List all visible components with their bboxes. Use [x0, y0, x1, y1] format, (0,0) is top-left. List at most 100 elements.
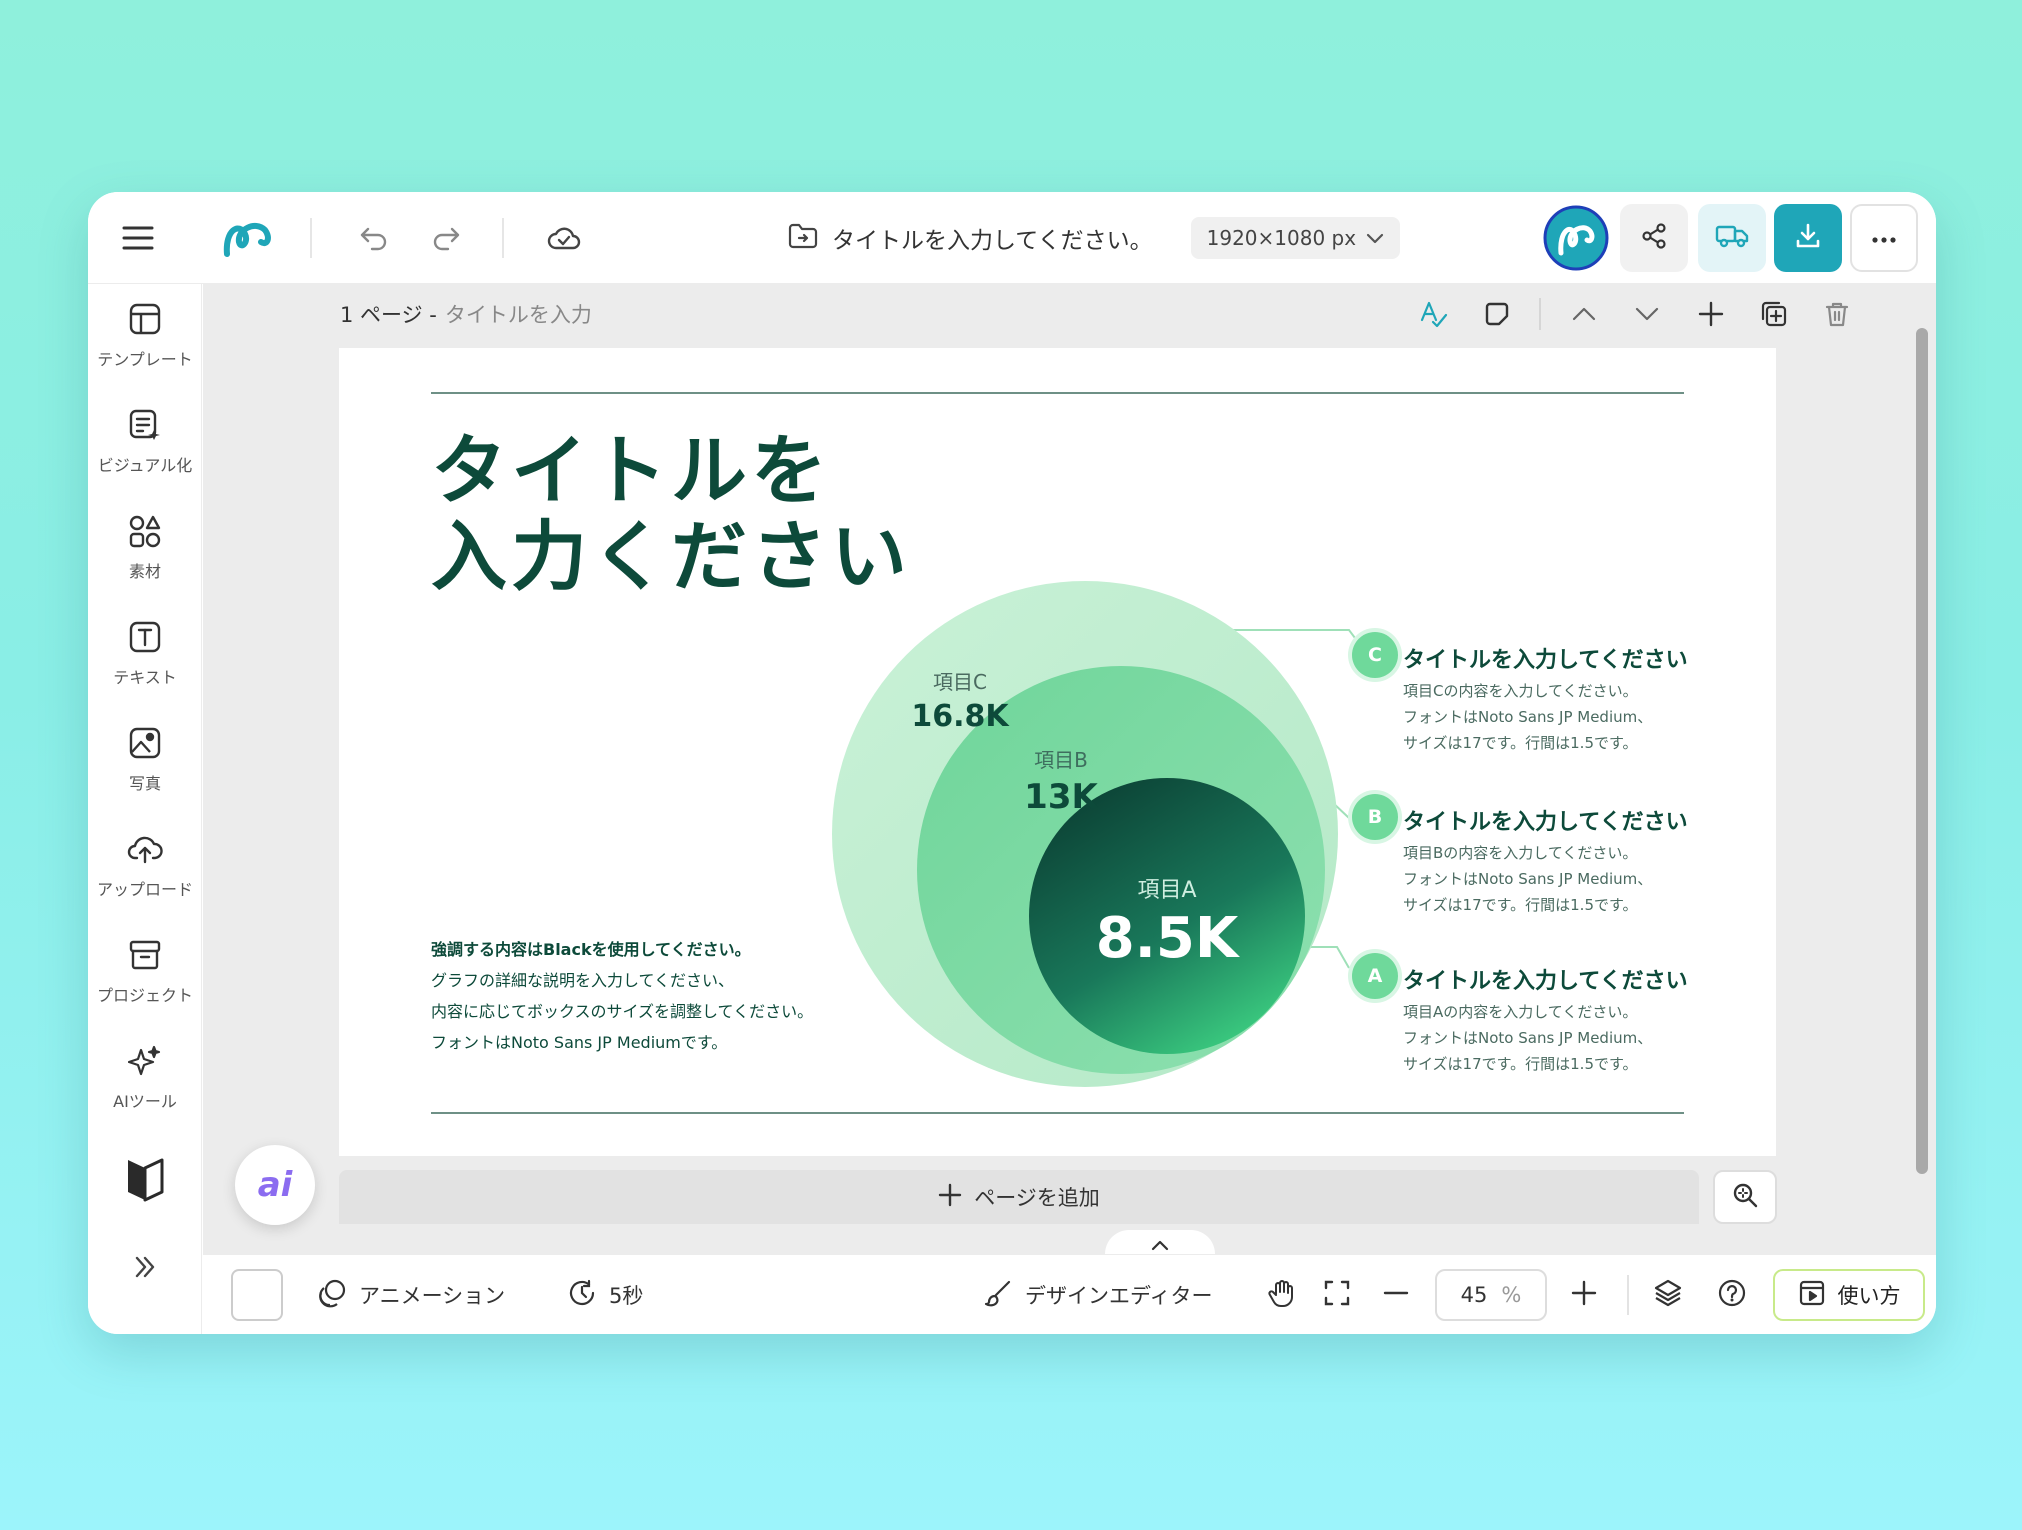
animation-label: アニメーション: [359, 1284, 506, 1308]
sidebar-item-text[interactable]: テキスト: [88, 620, 202, 688]
document-title[interactable]: タイトルを入力してください。: [832, 221, 1153, 255]
sidebar-item-template[interactable]: テンプレート: [88, 302, 202, 370]
help-button[interactable]: [1717, 1255, 1747, 1334]
zoom-input[interactable]: 45 %: [1435, 1269, 1547, 1321]
photo-icon: [128, 726, 162, 764]
chevron-up-icon: [1151, 1236, 1169, 1255]
spellcheck-icon[interactable]: [1414, 294, 1454, 334]
print-order-button[interactable]: [1698, 204, 1766, 272]
canvas-size-dropdown[interactable]: 1920×1080 px: [1190, 217, 1401, 259]
zoom-control: 45 %: [1435, 1255, 1547, 1334]
download-icon: [1794, 222, 1822, 254]
page-actions: [203, 294, 1936, 334]
design-editor-button[interactable]: デザインエディター: [983, 1255, 1213, 1334]
help-icon: [1717, 1278, 1747, 1313]
callout-badge-b: B: [1352, 794, 1398, 840]
circle-c-value: 16.8K: [911, 699, 1009, 734]
note-icon[interactable]: [1477, 294, 1517, 334]
trash-icon[interactable]: [1817, 294, 1857, 334]
zoom-search-button[interactable]: [1713, 1170, 1777, 1224]
animation-button[interactable]: アニメーション: [317, 1255, 505, 1334]
sidebar-item-project[interactable]: プロジェクト: [88, 938, 202, 1006]
chevron-down-icon[interactable]: [1627, 294, 1667, 334]
sidebar-item-upload[interactable]: アップロード: [88, 832, 202, 900]
callout-a[interactable]: タイトルを入力してください 項目Aの内容を入力してください。 フォントはNoto…: [1403, 963, 1688, 1077]
zoom-search-icon: [1731, 1181, 1759, 1213]
document-title-area: タイトルを入力してください。 1920×1080 px: [788, 212, 1401, 264]
sidebar-item-label: テキスト: [113, 668, 177, 687]
sidebar-item-elements[interactable]: 素材: [88, 514, 202, 582]
user-avatar[interactable]: [1542, 204, 1610, 272]
hand-icon: [1267, 1278, 1297, 1313]
animation-icon: [317, 1278, 347, 1313]
callout-b[interactable]: タイトルを入力してください 項目Bの内容を入力してください。 フォントはNoto…: [1403, 804, 1688, 918]
canvas-size-value: 1920×1080 px: [1206, 226, 1357, 250]
sidebar-item-photo[interactable]: 写真: [88, 726, 202, 794]
cloud-check-icon[interactable]: [544, 218, 584, 258]
project-icon: [128, 938, 162, 976]
zoom-in-button[interactable]: [1571, 1255, 1597, 1334]
elements-icon: [128, 514, 162, 552]
sidebar-item-label: 写真: [128, 774, 161, 793]
fullscreen-button[interactable]: [1323, 1255, 1351, 1334]
add-page-icon[interactable]: [1691, 294, 1731, 334]
duplicate-page-icon[interactable]: [1754, 294, 1794, 334]
zoom-out-button[interactable]: [1383, 1255, 1409, 1334]
howto-label: 使い方: [1837, 1284, 1901, 1308]
visualize-icon: [128, 408, 162, 446]
more-button[interactable]: [1850, 204, 1918, 272]
divider: [1539, 298, 1541, 330]
hand-tool-button[interactable]: [1267, 1255, 1297, 1334]
top-toolbar: タイトルを入力してください。 1920×1080 px: [88, 192, 1936, 284]
chevron-up-icon[interactable]: [1564, 294, 1604, 334]
plus-icon: [938, 1183, 962, 1212]
layers-button[interactable]: [1653, 1255, 1683, 1334]
sidebar-item-label: プロジェクト: [96, 986, 193, 1005]
guide-book-button[interactable]: [88, 1156, 202, 1206]
sidebar-item-ai-tools[interactable]: AIツール: [88, 1044, 202, 1112]
circle-c-name: 項目C: [933, 670, 987, 694]
layers-icon: [1653, 1278, 1683, 1313]
truck-icon: [1715, 223, 1749, 253]
share-button[interactable]: [1620, 204, 1688, 272]
callout-c[interactable]: タイトルを入力してください 項目Cの内容を入力してください。 フォントはNoto…: [1403, 642, 1688, 756]
circle-b-label: 項目B 13K: [1001, 744, 1121, 817]
timer-icon: [567, 1278, 597, 1313]
sidebar-item-label: AIツール: [113, 1092, 177, 1111]
vertical-scrollbar[interactable]: [1916, 328, 1928, 1174]
expand-sidebar-button[interactable]: [88, 1254, 202, 1284]
callout-body: 項目Aの内容を入力してください。 フォントはNoto Sans JP Mediu…: [1403, 1003, 1653, 1073]
background-color-button[interactable]: [231, 1255, 283, 1334]
undo-icon[interactable]: [354, 218, 394, 258]
ai-assistant-button[interactable]: ai: [235, 1145, 315, 1225]
share-icon: [1640, 222, 1668, 254]
design-slide[interactable]: タイトルを 入力ください 強調する内容はBlackを使用してください。 グラフの…: [339, 348, 1776, 1156]
howto-button[interactable]: 使い方: [1773, 1269, 1925, 1321]
chevron-down-icon: [1366, 226, 1384, 250]
circle-b-name: 項目B: [1034, 748, 1088, 772]
double-chevron-right-icon: [132, 1254, 158, 1284]
sidebar-item-label: テンプレート: [97, 350, 193, 369]
brush-icon: [983, 1278, 1013, 1313]
bottom-rule: [431, 1112, 1684, 1114]
download-button[interactable]: [1774, 204, 1842, 272]
circle-c-label: 項目C 16.8K: [895, 666, 1025, 734]
left-sidebar: テンプレート ビジュアル化 素材 テキスト 写真 アップロード プロジェクト A…: [88, 284, 202, 1334]
howto-wrap: 使い方: [1773, 1255, 1925, 1334]
hamburger-menu-icon[interactable]: [118, 218, 158, 258]
nested-circle-chart: [832, 581, 1338, 1087]
divider: [1627, 1275, 1629, 1315]
add-page-button[interactable]: ページを追加: [339, 1170, 1699, 1224]
app-logo[interactable]: [220, 212, 274, 264]
ai-tools-icon: [127, 1044, 162, 1082]
design-editor-label: デザインエディター: [1025, 1284, 1213, 1308]
duration-button[interactable]: 5秒: [567, 1255, 643, 1334]
sidebar-item-visualize[interactable]: ビジュアル化: [88, 408, 202, 476]
color-swatch[interactable]: [231, 1269, 283, 1321]
zoom-value: 45: [1460, 1283, 1488, 1307]
circle-a-name: 項目A: [1137, 878, 1197, 903]
callout-badge-c: C: [1352, 632, 1398, 678]
template-icon: [128, 302, 162, 340]
folder-move-icon[interactable]: [788, 223, 818, 253]
redo-icon[interactable]: [426, 218, 466, 258]
